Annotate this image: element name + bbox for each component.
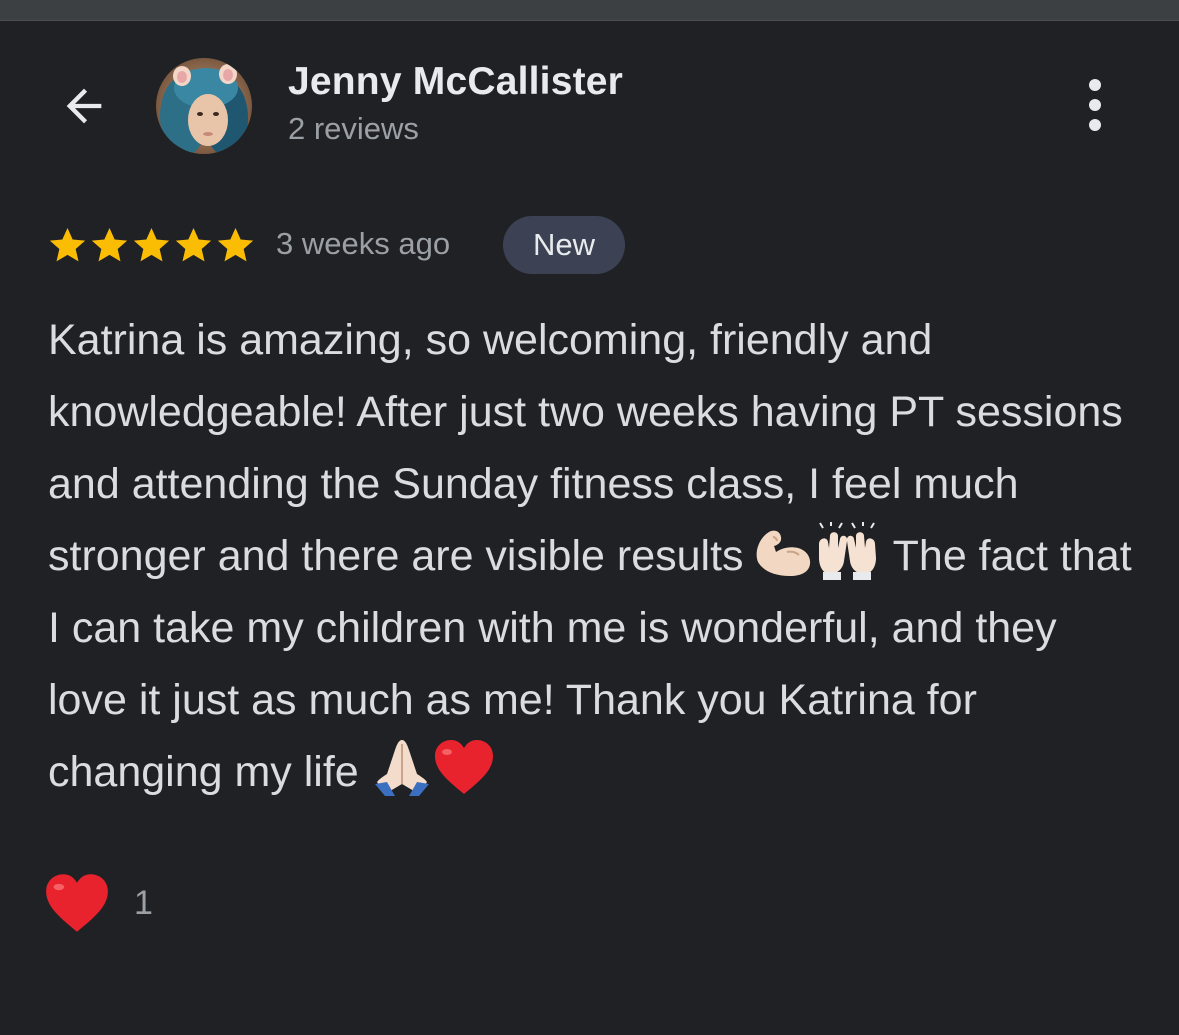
raising-hands-icon (819, 522, 877, 580)
star-rating (47, 225, 256, 265)
top-bar (0, 0, 1179, 21)
more-options-button[interactable] (1070, 74, 1120, 136)
folded-hands-icon (374, 740, 429, 796)
review-time: 3 weeks ago (276, 226, 451, 261)
red-heart-icon (434, 740, 493, 794)
star-icon (175, 228, 212, 262)
back-button[interactable] (50, 72, 118, 140)
star-icon (91, 228, 128, 262)
star-icon (217, 228, 254, 262)
red-heart-icon (46, 874, 108, 932)
arrow-left-icon (66, 88, 102, 124)
review-text: Katrina is amazing, so welcoming, friend… (48, 304, 1133, 808)
more-vertical-icon (1089, 79, 1101, 91)
star-icon (133, 228, 170, 262)
new-badge: New (503, 216, 625, 274)
avatar[interactable] (156, 58, 252, 154)
star-icon (49, 228, 86, 262)
avatar-image (156, 58, 252, 154)
reviewer-name[interactable]: Jenny McCallister (288, 60, 623, 104)
flexed-biceps-icon (757, 530, 811, 576)
reaction-button[interactable]: 1 (44, 872, 153, 934)
reviews-count: 2 reviews (288, 111, 419, 146)
reaction-count: 1 (134, 883, 153, 922)
